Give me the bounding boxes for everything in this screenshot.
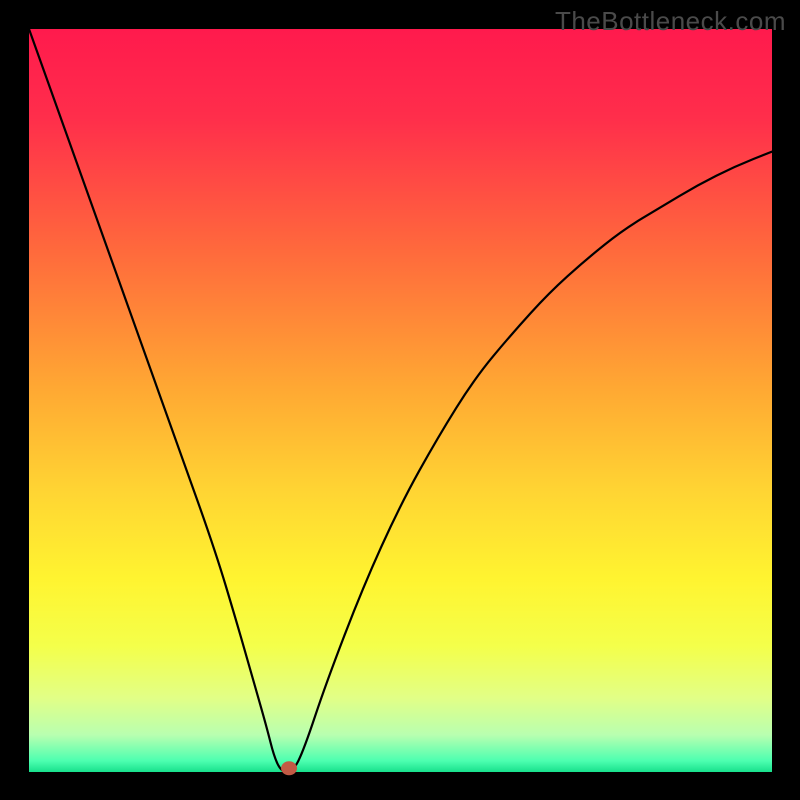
- optimal-point-marker: [281, 761, 297, 775]
- plot-background: [29, 29, 772, 772]
- chart-frame: TheBottleneck.com: [0, 0, 800, 800]
- bottleneck-chart: [0, 0, 800, 800]
- watermark-text: TheBottleneck.com: [555, 6, 786, 37]
